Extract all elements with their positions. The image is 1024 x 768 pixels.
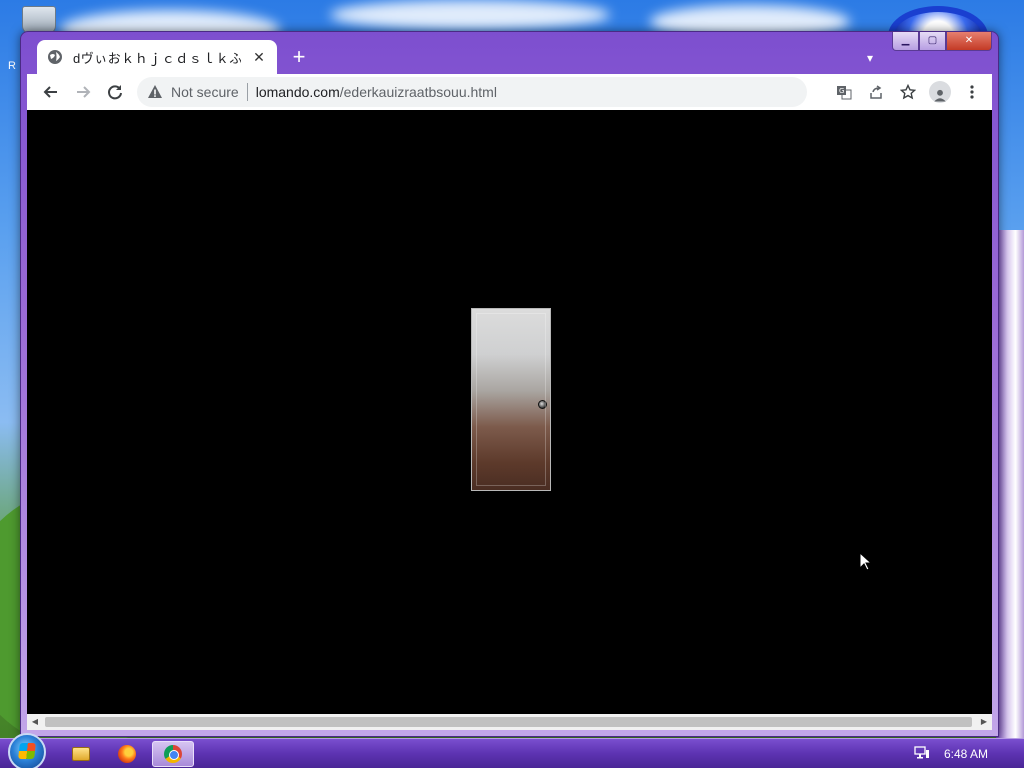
menu-dots-icon <box>970 85 974 99</box>
menu-button[interactable] <box>958 76 986 108</box>
taskbar: 6:48 AM <box>0 733 1024 768</box>
url-text: lomando.com/ederkauizraatbsouu.html <box>256 84 497 100</box>
reload-button[interactable] <box>99 76 131 108</box>
cloud <box>330 0 610 30</box>
start-button[interactable] <box>8 733 46 768</box>
maximize-button[interactable]: ▢ <box>919 32 946 51</box>
forward-button[interactable] <box>67 76 99 108</box>
new-tab-button[interactable]: + <box>285 44 313 72</box>
scroll-right-arrow-icon[interactable]: ▶ <box>976 714 992 730</box>
scrollbar-thumb[interactable] <box>45 717 972 727</box>
window-controls: ▁ ▢ ✕ <box>892 32 992 51</box>
browser-window: dヴぃおｋｈｊｃｄｓｌｋふぇ ✕ + ▾ ▁ ▢ ✕ Not secure lo… <box>20 31 999 737</box>
wallpaper-decoration <box>996 230 1024 740</box>
minimize-button[interactable]: ▁ <box>892 32 919 51</box>
back-arrow-icon <box>43 86 57 98</box>
tab-title: dヴぃおｋｈｊｃｄｓｌｋふぇ <box>73 50 241 66</box>
bookmark-button[interactable] <box>894 76 922 108</box>
mouse-cursor-icon <box>859 552 873 571</box>
translate-icon: G <box>837 86 852 100</box>
url-path: /ederkauizraatbsouu.html <box>339 84 497 100</box>
toolbar-actions: G <box>830 76 986 108</box>
back-button[interactable] <box>35 76 67 108</box>
page-viewport[interactable] <box>27 110 992 714</box>
door-image[interactable] <box>471 308 551 491</box>
divider <box>246 83 248 101</box>
firefox-icon <box>118 745 136 763</box>
scroll-left-arrow-icon[interactable]: ◀ <box>27 714 43 730</box>
horizontal-scrollbar[interactable]: ◀ ▶ <box>27 714 992 730</box>
folder-icon <box>72 747 90 761</box>
taskbar-file-explorer[interactable] <box>60 741 102 767</box>
browser-tab[interactable]: dヴぃおｋｈｊｃｄｓｌｋふぇ ✕ <box>37 40 277 74</box>
svg-text:G: G <box>839 87 844 95</box>
url-domain: lomando.com <box>255 84 340 100</box>
share-button[interactable] <box>862 76 890 108</box>
recycle-bin-icon[interactable] <box>22 6 56 34</box>
security-status: Not secure <box>171 84 239 100</box>
star-icon <box>900 84 916 100</box>
tab-close-icon[interactable]: ✕ <box>251 49 267 66</box>
globe-icon <box>48 50 62 64</box>
address-bar[interactable]: Not secure lomando.com/ederkauizraatbsou… <box>137 77 807 107</box>
clock[interactable]: 6:48 AM <box>944 747 988 761</box>
share-icon <box>870 85 882 99</box>
network-icon[interactable] <box>914 746 930 760</box>
tab-strip: dヴぃおｋｈｊｃｄｓｌｋふぇ ✕ + ▾ ▁ ▢ ✕ <box>27 32 992 74</box>
desktop-icon-label-fragment: R <box>8 60 16 72</box>
profile-icon <box>929 81 951 103</box>
translate-button[interactable]: G <box>830 76 858 108</box>
chrome-icon <box>164 745 182 763</box>
profile-button[interactable] <box>926 76 954 108</box>
windows-logo-icon <box>18 743 36 759</box>
reload-icon <box>108 85 122 100</box>
warning-icon[interactable] <box>147 84 163 100</box>
browser-toolbar: Not secure lomando.com/ederkauizraatbsou… <box>27 74 992 110</box>
close-button[interactable]: ✕ <box>946 32 992 51</box>
forward-arrow-icon <box>77 86 91 98</box>
taskbar-chrome[interactable] <box>152 741 194 767</box>
door-knob <box>538 400 547 409</box>
taskbar-firefox[interactable] <box>106 741 148 767</box>
tab-search-chevron-icon[interactable]: ▾ <box>860 48 880 68</box>
